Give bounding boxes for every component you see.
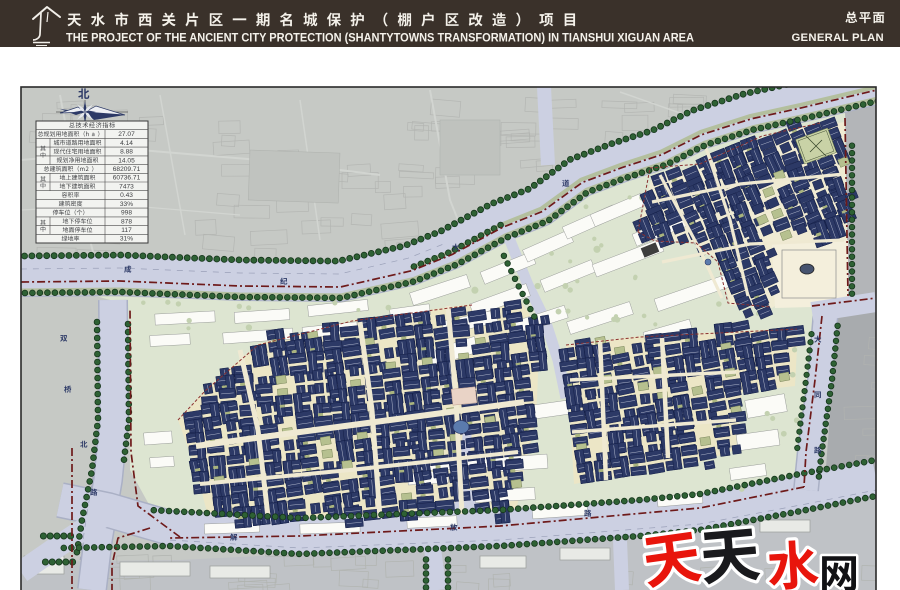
svg-text:68209.71: 68209.71 bbox=[113, 166, 141, 173]
svg-text:998: 998 bbox=[121, 210, 132, 217]
svg-text:117: 117 bbox=[121, 227, 132, 234]
svg-text:33%: 33% bbox=[120, 201, 133, 208]
svg-text:7473: 7473 bbox=[119, 183, 134, 190]
svg-text:31%: 31% bbox=[120, 236, 133, 243]
svg-text:27.07: 27.07 bbox=[118, 131, 135, 138]
svg-text:0.43: 0.43 bbox=[120, 192, 133, 199]
svg-text:GENERAL PLAN: GENERAL PLAN bbox=[791, 32, 884, 44]
svg-text:4.14: 4.14 bbox=[120, 140, 133, 147]
svg-text:THE PROJECT OF THE ANCIENT CIT: THE PROJECT OF THE ANCIENT CITY PROTECTI… bbox=[66, 31, 694, 45]
svg-text:60736.71: 60736.71 bbox=[113, 175, 141, 182]
svg-text:14.05: 14.05 bbox=[118, 157, 135, 164]
svg-text:8.88: 8.88 bbox=[120, 149, 133, 156]
svg-text:878: 878 bbox=[121, 218, 132, 225]
